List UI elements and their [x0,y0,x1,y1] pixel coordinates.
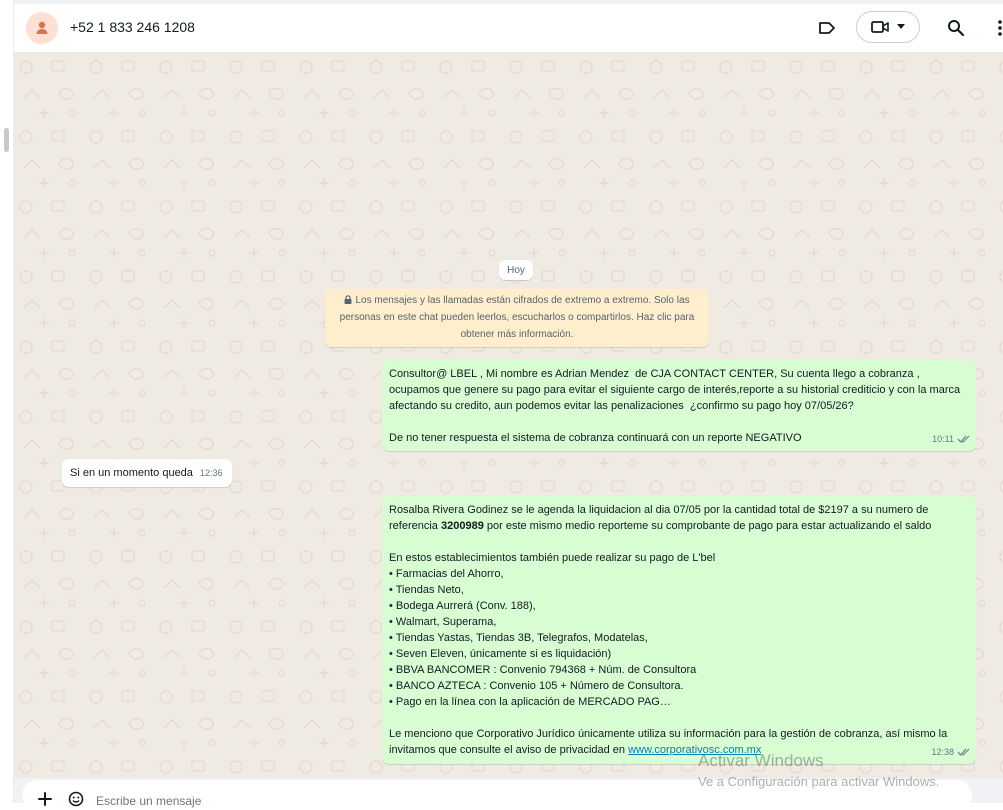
message-incoming[interactable]: Si en un momento queda 12:36 [62,459,232,487]
watermark-line-2: Ve a Configuración para activar Windows. [698,774,940,789]
reference-number: 3200989 [440,520,484,532]
kebab-menu-icon [997,20,1002,36]
plus-icon[interactable] [38,792,52,806]
store-item: • Tiendas Neto, [389,584,464,596]
message-outgoing[interactable]: Consultor@ LBEL , Mi nombre es Adrian Me… [382,360,976,451]
store-item: • Bodega Aurrerá (Conv. 188), [389,600,536,612]
contact-name[interactable]: +52 1 833 246 1208 [70,19,195,35]
chevron-down-icon [897,24,905,29]
contact-avatar[interactable] [26,12,58,44]
menu-button[interactable] [996,17,1003,39]
double-check-icon [957,435,970,443]
message-intro: Rosalba Rivera Godinez se le agenda la l… [389,502,964,534]
label-icon [819,22,835,34]
message-meta: 10:11 [932,431,970,447]
message-outgoing[interactable]: Rosalba Rivera Godinez se le agenda la l… [382,496,976,764]
search-icon [948,20,965,37]
message-text: Consultor@ LBEL , Mi nombre es Adrian Me… [389,368,961,444]
message-input-placeholder[interactable]: Escribe un mensaje [96,794,201,808]
message-text: Si en un momento queda [70,467,193,479]
chat-header: +52 1 833 246 1208 [14,4,1003,53]
store-item: • Farmacias del Ahorro, [389,568,504,580]
chat-panel[interactable]: Hoy Los mensajes y las llamadas están ci… [14,53,1003,778]
encryption-notice-text: Los mensajes y las llamadas están cifrad… [339,295,695,340]
store-item: • Seven Eleven, únicamente si es liquida… [389,648,612,660]
double-check-icon [957,748,970,756]
video-camera-icon [871,21,889,33]
message-time: 12:36 [199,468,223,478]
store-item: • Tiendas Yastas, Tiendas 3B, Telegrafos… [389,632,648,644]
stores-list: • Farmacias del Ahorro, • Tiendas Neto, … [389,566,964,710]
video-call-button[interactable] [856,11,920,43]
left-scroll-strip [0,0,14,803]
search-button[interactable] [945,17,967,39]
store-item: • BANCO AZTECA : Convenio 105 + Número d… [389,680,684,692]
scrollbar-thumb[interactable] [4,128,9,152]
windows-activation-watermark: Activar Windows Ve a Configuración para … [698,751,939,791]
stores-heading: En estos establecimientos también puede … [389,552,716,564]
message-meta: 12:36 [200,465,223,481]
store-item: • Pago en la línea con la aplicación de … [389,696,671,708]
label-button[interactable] [816,18,838,38]
emoji-icon[interactable] [68,791,84,807]
store-item: • Walmart, Superama, [389,616,497,628]
person-icon [36,21,48,34]
watermark-line-1: Activar Windows [698,751,824,770]
message-time: 10:11 [932,434,954,444]
lock-icon [344,295,352,304]
store-item: • BBVA BANCOMER : Convenio 794368 + Núm.… [389,664,697,676]
intro-text-b: por este mismo medio reporteme su compro… [483,520,932,532]
encryption-notice[interactable]: Los mensajes y las llamadas están cifrad… [325,289,709,347]
date-separator: Hoy [499,260,533,280]
